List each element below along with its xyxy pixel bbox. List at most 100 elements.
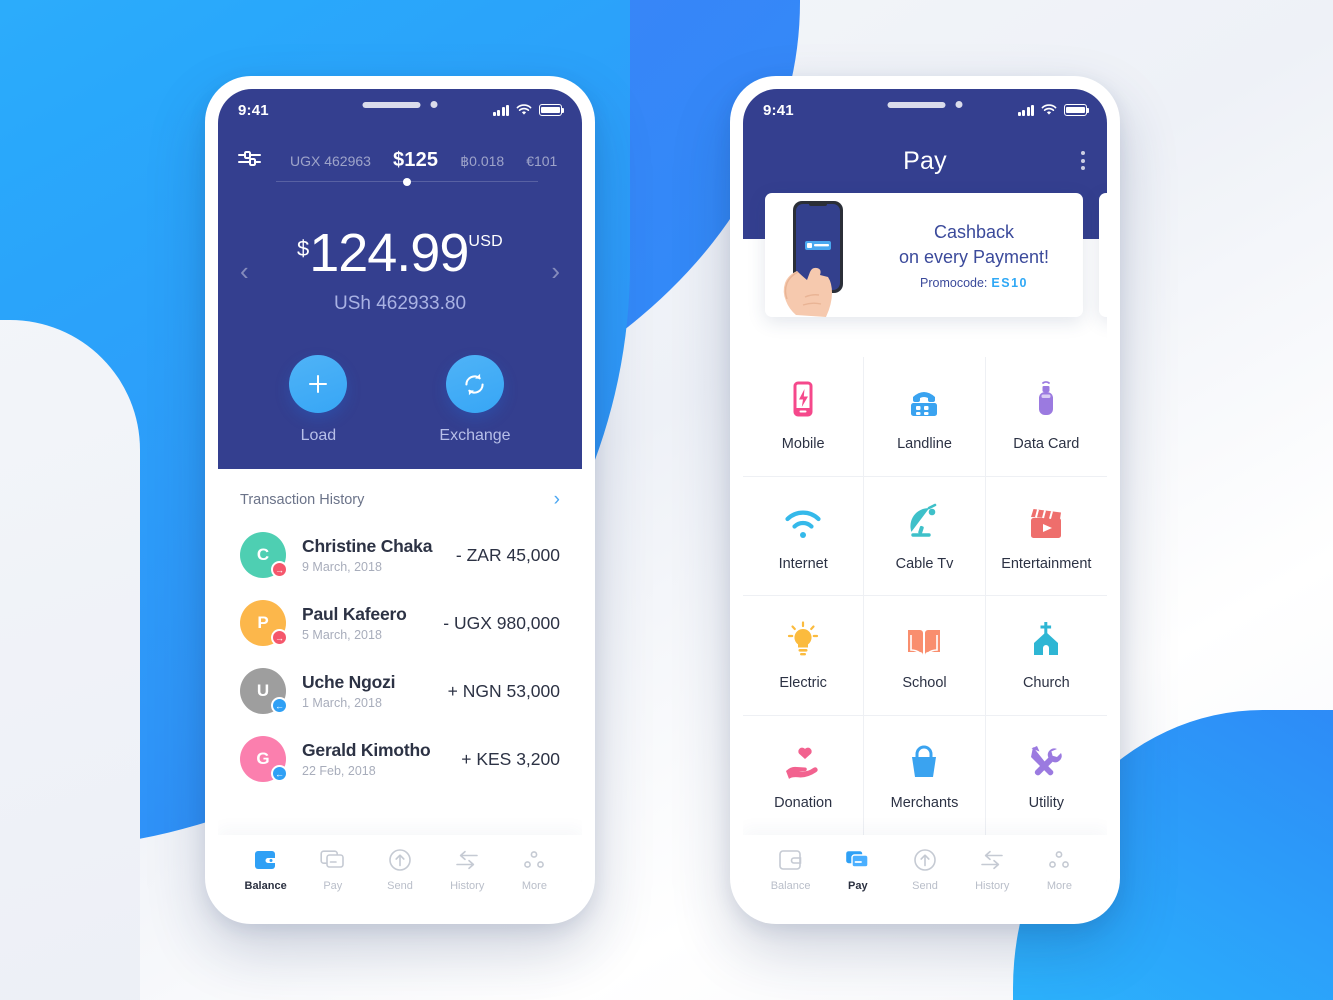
tab-more-label: More [1046,879,1072,892]
table-row[interactable]: C → Christine Chaka 9 March, 2018 - ZAR … [240,521,560,589]
service-data-card[interactable]: Data Card [985,357,1107,477]
battery-icon [539,104,565,116]
tab-send[interactable]: Send [891,847,958,892]
sliders-icon[interactable] [238,149,262,172]
currency-slider-handle[interactable] [403,177,411,186]
transaction-amount: + NGN 53,000 [447,680,560,701]
service-entertainment[interactable]: Entertainment [985,477,1107,596]
direction-badge-out-icon: → [271,629,288,646]
status-bar-time: 9:41 [763,101,794,119]
currency-option-eur[interactable]: €101 [526,153,557,169]
transaction-details: Uche Ngozi 1 March, 2018 [302,672,440,710]
transaction-name: Gerald Kimotho [302,740,431,760]
status-bar-pay: 9:41 [743,89,1107,131]
avatar: G ← [240,736,288,782]
balance-currency-symbol: $ [296,236,310,261]
service-label: Landline [897,436,952,453]
tools-icon [1027,739,1065,779]
kebab-menu-icon[interactable] [1081,151,1085,170]
balance-primary: $ 124.99 USD [297,226,503,280]
services-grid: Mobile Landline Data Card Internet Cable… [743,357,1107,835]
balance-prev-button[interactable]: ‹ [240,258,249,284]
service-electric[interactable]: Electric [743,596,865,716]
more-dots-icon [1026,847,1093,873]
currency-slider-track[interactable] [276,177,538,186]
service-landline[interactable]: Landline [864,357,986,477]
service-label: Electric [779,675,827,692]
service-school[interactable]: School [864,596,986,716]
screenshot-canvas: 9:41 UGX 462963 $125 ฿0.018 €101 ‹ $ 124… [0,0,1333,1000]
transaction-details: Gerald Kimotho 22 Feb, 2018 [302,740,453,778]
avatar: U ← [240,668,288,714]
tab-balance[interactable]: Balance [757,847,824,892]
phone-mockup-balance: 9:41 UGX 462963 $125 ฿0.018 €101 ‹ $ 124… [205,76,595,924]
lightbulb-icon [785,619,821,659]
cellular-signal-icon [1018,104,1034,116]
transaction-amount: - ZAR 45,000 [455,544,560,565]
tab-more[interactable]: More [1026,847,1093,892]
promo-line-2: on every Payment! [898,246,1050,267]
cards-icon [299,847,366,873]
plus-icon[interactable] [289,355,348,413]
speaker-grille [887,101,946,108]
direction-badge-in-icon: ← [271,697,288,714]
tab-pay[interactable]: Pay [299,847,366,892]
service-label: Donation [774,795,833,812]
tab-balance-label: Balance [244,879,287,892]
page-title: Pay [903,147,947,175]
service-church[interactable]: Church [985,596,1107,716]
service-utility[interactable]: Utility [986,716,1107,836]
transaction-list: C → Christine Chaka 9 March, 2018 - ZAR … [218,515,582,793]
table-row[interactable]: G ← Gerald Kimotho 22 Feb, 2018 + KES 3,… [240,725,560,793]
tab-balance[interactable]: Balance [232,847,299,892]
service-mobile[interactable]: Mobile [743,357,865,477]
service-label: Utility [1028,795,1065,812]
service-donation[interactable]: Donation [743,715,865,835]
service-internet[interactable]: Internet [743,476,865,596]
transaction-name: Christine Chaka [302,536,433,556]
load-action[interactable]: Load [289,355,348,445]
currency-list[interactable]: UGX 462963 $125 ฿0.018 €101 [276,149,562,172]
transaction-history-header[interactable]: Transaction History › [218,469,582,515]
transaction-date: 9 March, 2018 [302,560,382,574]
church-icon [1028,619,1064,659]
balance-next-button[interactable]: › [551,258,560,284]
service-merchants[interactable]: Merchants [864,715,986,835]
currency-selector[interactable]: UGX 462963 $125 ฿0.018 €101 [218,131,582,172]
pay-title-row: Pay [743,131,1107,176]
currency-option-ugx[interactable]: UGX 462963 [290,153,371,169]
service-cable-tv[interactable]: Cable Tv [864,476,986,596]
shopping-bag-icon [907,739,941,779]
table-row[interactable]: P → Paul Kafeero 5 March, 2018 - UGX 980… [240,589,560,657]
tab-history[interactable]: History [959,847,1026,892]
transaction-name: Paul Kafeero [302,604,407,624]
promo-carousel[interactable]: Cashback on every Payment! Promocode: ES1… [743,193,1107,317]
battery-icon [1064,104,1090,116]
hand-heart-icon [783,739,823,780]
usb-dongle-icon [1033,380,1059,420]
exchange-icon[interactable] [445,355,504,413]
tab-history[interactable]: History [434,847,501,892]
satellite-dish-icon [905,500,943,540]
currency-option-usd[interactable]: $125 [393,149,438,172]
notch-group [887,101,963,108]
transaction-date: 5 March, 2018 [302,628,382,642]
chevron-right-icon[interactable]: › [554,489,560,511]
tab-send[interactable]: Send [366,847,433,892]
table-row[interactable]: U ← Uche Ngozi 1 March, 2018 + NGN 53,00… [240,657,560,725]
status-bar-indicators [1018,104,1090,116]
pay-screen: 9:41 Pay Cashback on every Payment! Prom… [743,89,1107,911]
open-book-icon [905,619,943,659]
wifi-icon [783,500,823,540]
tab-more[interactable]: More [501,847,568,892]
exchange-arrows-icon [434,847,501,873]
transaction-amount: - UGX 980,000 [443,612,560,633]
exchange-action[interactable]: Exchange [439,355,511,445]
cellular-signal-icon [493,104,509,116]
currency-option-btc[interactable]: ฿0.018 [460,153,504,170]
tab-pay[interactable]: Pay [824,847,891,892]
promo-card-next[interactable] [1099,193,1107,317]
wallet-icon [757,847,824,873]
promo-card[interactable]: Cashback on every Payment! Promocode: ES1… [765,193,1083,317]
front-camera [955,101,963,108]
